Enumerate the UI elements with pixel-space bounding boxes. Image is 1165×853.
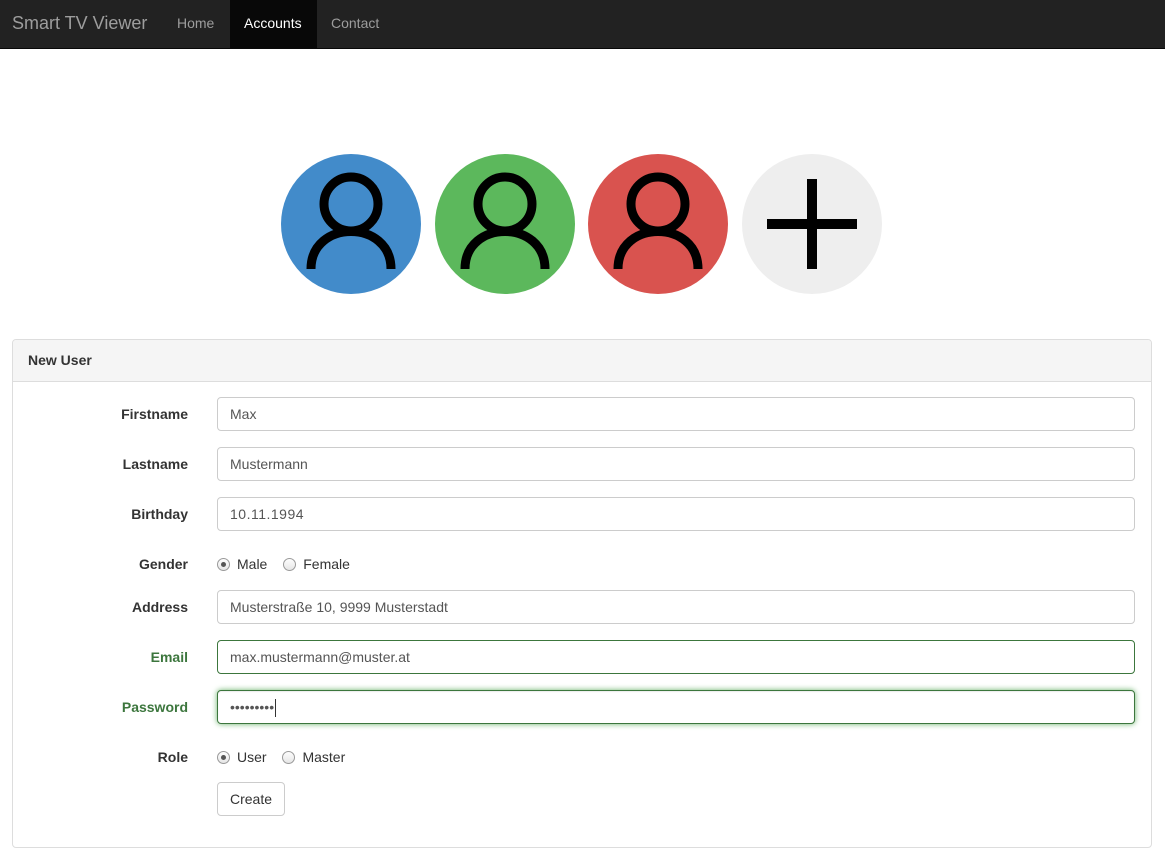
- user-icon: [460, 172, 550, 270]
- role-master-label: Master: [302, 749, 346, 765]
- gender-female-label: Female: [303, 556, 350, 572]
- role-radio-group: User Master: [217, 740, 357, 774]
- lastname-input[interactable]: Mustermann: [217, 447, 1135, 481]
- password-input[interactable]: •••••••••: [217, 690, 1135, 724]
- user-icon: [306, 172, 396, 270]
- role-user-label: User: [237, 749, 267, 765]
- nav-contact[interactable]: Contact: [317, 0, 395, 48]
- password-value: •••••••••: [230, 699, 275, 715]
- nav-accounts[interactable]: Accounts: [230, 0, 317, 48]
- radio-dot[interactable]: [282, 750, 296, 764]
- role-user-radio[interactable]: User: [217, 740, 267, 774]
- email-input[interactable]: max.mustermann@muster.at: [217, 640, 1135, 674]
- birthday-input[interactable]: 10.11.1994: [217, 497, 1135, 531]
- firstname-input[interactable]: Max: [217, 397, 1135, 431]
- brand-title[interactable]: Smart TV Viewer: [12, 0, 147, 48]
- radio-dot[interactable]: [283, 557, 297, 571]
- gender-radio-group: Male Female: [217, 547, 362, 581]
- lastname-label: Lastname: [122, 456, 188, 472]
- gender-male-label: Male: [237, 556, 268, 572]
- plus-icon: [767, 179, 857, 269]
- password-label: Password: [121, 699, 188, 715]
- user-icon: [613, 172, 703, 270]
- birthday-label: Birthday: [131, 506, 188, 522]
- gender-female-radio[interactable]: Female: [283, 547, 350, 581]
- gender-label: Gender: [138, 556, 188, 572]
- nav-home[interactable]: Home: [163, 0, 230, 48]
- create-button[interactable]: Create: [217, 782, 285, 816]
- gender-male-radio[interactable]: Male: [217, 547, 267, 581]
- email-label: Email: [150, 649, 188, 665]
- navbar: Smart TV Viewer Home Accounts Contact: [0, 0, 1165, 49]
- user-avatar-red[interactable]: [588, 154, 728, 294]
- address-input[interactable]: Musterstraße 10, 9999 Musterstadt: [217, 590, 1135, 624]
- radio-dot[interactable]: [217, 557, 230, 571]
- role-master-radio[interactable]: Master: [282, 740, 345, 774]
- role-label: Role: [157, 749, 188, 765]
- radio-dot[interactable]: [217, 750, 230, 764]
- text-caret: [275, 699, 277, 718]
- new-user-panel: New User Firstname Max Lastname Musterma…: [12, 339, 1152, 848]
- add-user-button[interactable]: [742, 154, 882, 294]
- user-avatar-blue[interactable]: [281, 154, 421, 294]
- panel-heading: New User: [13, 340, 1151, 382]
- address-label: Address: [131, 599, 188, 615]
- firstname-label: Firstname: [121, 406, 188, 422]
- user-avatar-green[interactable]: [435, 154, 575, 294]
